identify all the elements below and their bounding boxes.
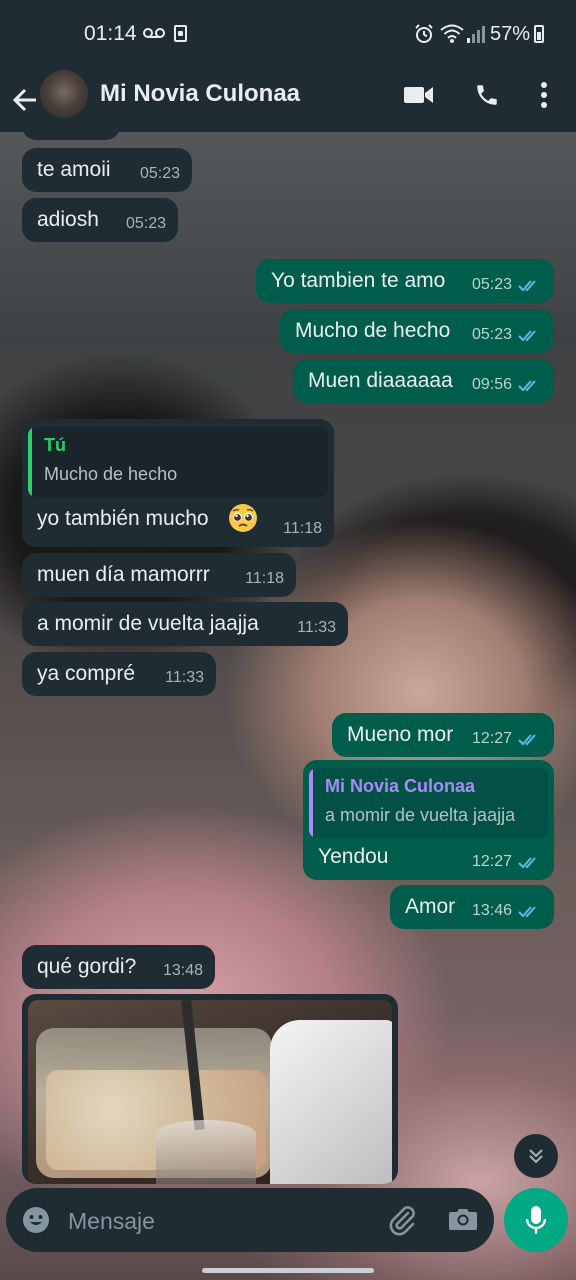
whatsapp-chat-screen: { "status_bar": { "time": "01:14", "batt… <box>0 0 576 1280</box>
voicemail-icon <box>143 28 165 38</box>
message-outgoing-reply[interactable]: Mi Novia Culonaa a momir de vuelta jaajj… <box>303 760 554 880</box>
chevron-down-icon <box>529 1149 543 1164</box>
quote-author: Tú <box>44 435 66 455</box>
message-incoming[interactable]: muen día mamorrr 11:18 <box>22 553 296 597</box>
quote-text: a momir de vuelta jaajja <box>325 805 516 825</box>
message-text: Muen diaaaaaa <box>308 369 453 392</box>
contact-avatar[interactable] <box>40 70 88 118</box>
quote-bar <box>28 427 32 497</box>
contact-name[interactable]: Mi Novia Culonaa <box>100 80 300 108</box>
message-text: Yendou <box>318 845 389 868</box>
voice-message-button[interactable] <box>504 1188 568 1252</box>
navigation-handle[interactable] <box>202 1268 374 1273</box>
emoji-icon[interactable] <box>22 1206 50 1234</box>
attach-icon[interactable] <box>386 1204 418 1236</box>
message-incoming[interactable]: a momir de vuelta jaajja 11:33 <box>22 602 348 646</box>
camera-icon[interactable] <box>448 1206 478 1232</box>
more-options-button[interactable] <box>530 78 558 112</box>
battery-percentage: 57% <box>490 23 531 45</box>
pleading-face-emoji-icon <box>229 504 257 532</box>
message-text: Yo tambien te amo <box>271 269 446 292</box>
message-time: 05:23 <box>471 326 512 343</box>
quoted-message[interactable]: Tú Mucho de hecho <box>28 427 328 497</box>
wifi-icon <box>440 24 464 43</box>
message-incoming[interactable]: ya compré 11:33 <box>22 652 216 696</box>
message-text: adiosh <box>37 208 99 231</box>
message-incoming[interactable]: adiosh 05:23 <box>22 198 178 242</box>
message-time: 11:33 <box>297 619 336 636</box>
message-incoming[interactable]: qué gordi? 13:48 <box>22 945 215 989</box>
scroll-to-bottom-button[interactable] <box>514 1134 558 1178</box>
quoted-message[interactable]: Mi Novia Culonaa a momir de vuelta jaajj… <box>309 768 548 838</box>
message-text: ya compré <box>37 662 136 685</box>
message-text: yo también mucho <box>37 507 209 530</box>
message-outgoing[interactable]: Mucho de hecho 05:23 <box>280 309 554 353</box>
message-time: 13:46 <box>471 902 512 919</box>
message-time: 11:18 <box>245 570 284 587</box>
message-time: 12:27 <box>471 853 512 870</box>
video-call-button[interactable] <box>402 78 436 112</box>
back-arrow-icon <box>12 88 36 112</box>
mic-icon <box>525 1206 547 1234</box>
message-outgoing[interactable]: Mueno mor 12:27 <box>332 713 554 757</box>
message-text: muen día mamorrr <box>37 563 210 586</box>
message-outgoing[interactable]: Yo tambien te amo 05:23 <box>256 259 554 303</box>
quote-bar <box>309 768 313 838</box>
battery-icon <box>534 25 544 43</box>
double-check-icon <box>518 857 536 869</box>
message-text: a momir de vuelta jaajja <box>37 612 259 635</box>
message-time: 11:18 <box>283 520 322 537</box>
message-bubble-partial[interactable] <box>22 118 120 140</box>
status-time: 01:14 <box>84 22 137 45</box>
quote-author: Mi Novia Culonaa <box>325 776 476 796</box>
message-text: Mucho de hecho <box>295 319 451 342</box>
message-text: Amor <box>405 895 456 918</box>
double-check-icon <box>518 906 536 918</box>
message-time: 05:23 <box>471 276 512 293</box>
back-button[interactable] <box>8 80 42 120</box>
quote-text: Mucho de hecho <box>44 464 178 484</box>
alarm-icon <box>415 24 433 43</box>
video-call-icon <box>404 87 433 103</box>
message-time: 11:33 <box>165 669 204 686</box>
message-time: 09:56 <box>471 376 512 393</box>
double-check-icon <box>518 380 536 392</box>
sim-icon <box>174 25 187 42</box>
message-text: qué gordi? <box>37 955 137 978</box>
message-outgoing[interactable]: Muen diaaaaaa 09:56 <box>293 359 554 403</box>
message-input[interactable] <box>66 1198 370 1244</box>
message-time: 05:23 <box>139 165 180 182</box>
message-text: Mueno mor <box>347 723 454 746</box>
message-time: 13:48 <box>162 962 203 979</box>
more-vert-icon <box>541 82 547 108</box>
image-message[interactable] <box>22 994 398 1184</box>
photo-plastic-bag <box>270 1020 392 1184</box>
message-incoming[interactable]: te amoii 05:23 <box>22 148 192 192</box>
voice-call-button[interactable] <box>470 78 504 112</box>
message-outgoing[interactable]: Amor 13:46 <box>390 885 554 929</box>
status-bar: 01:14 57% <box>0 0 576 68</box>
message-time: 05:23 <box>125 215 166 232</box>
message-incoming-reply[interactable]: Tú Mucho de hecho yo también mucho 11:18 <box>22 419 334 547</box>
photo-thumbnail[interactable] <box>28 1000 392 1184</box>
phone-icon <box>477 85 497 105</box>
signal-icon <box>467 26 485 43</box>
message-text: te amoii <box>37 158 111 181</box>
photo-cup <box>156 1120 256 1184</box>
message-composer <box>6 1188 494 1252</box>
double-check-icon <box>518 280 536 292</box>
message-time: 12:27 <box>471 730 512 747</box>
double-check-icon <box>518 734 536 746</box>
double-check-icon <box>518 330 536 342</box>
